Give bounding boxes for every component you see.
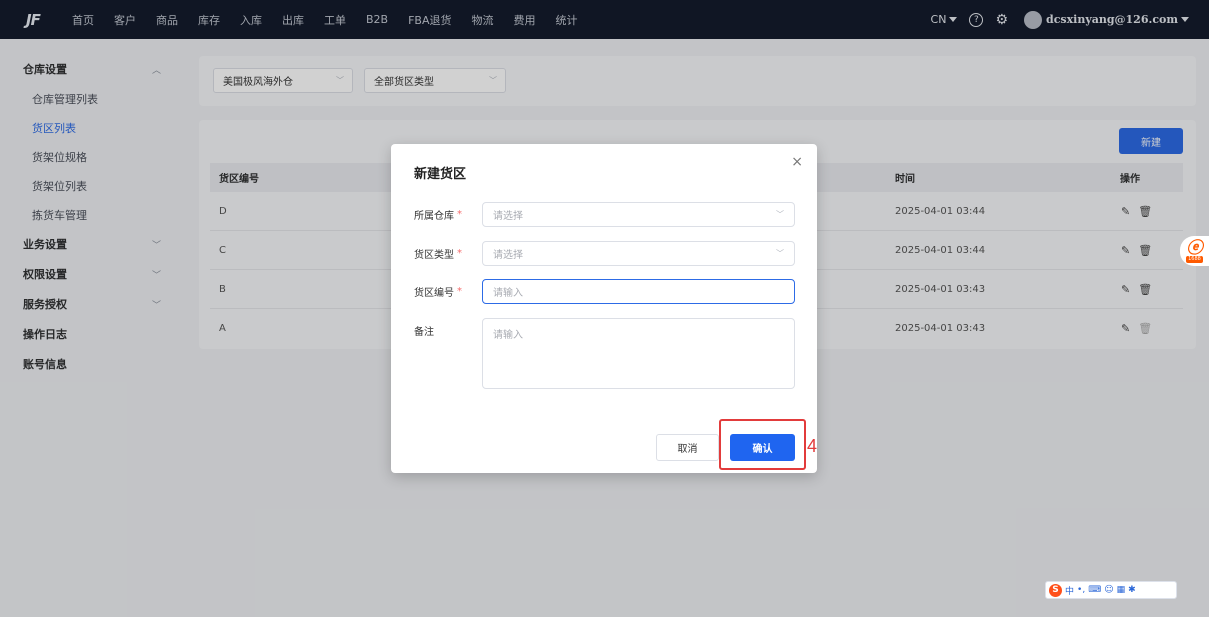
zone-type-field-label: 货区类型 * [414,241,462,266]
ime-grid-icon[interactable]: ▦ [1117,585,1126,595]
1688-logo-icon: ⓔ [1186,237,1203,257]
remark-placeholder: 请输入 [493,330,523,341]
zone-type-select-placeholder: 请选择 [493,250,523,261]
ime-toolbar[interactable]: S 中 •, ⌨ ☺ ▦ ✱ [1045,581,1177,599]
annotation-highlight-box [719,419,806,470]
chevron-down-icon: ﹀ [776,210,784,219]
zone-code-field-label: 货区编号 * [414,279,462,304]
close-icon[interactable]: × [791,154,803,170]
zone-code-placeholder: 请输入 [493,288,523,299]
1688-badge[interactable]: ⓔ 1688 [1180,236,1209,266]
ime-mode-chinese[interactable]: 中 [1065,584,1074,597]
field-label-text: 所属仓库 [414,211,454,222]
required-mark: * [457,286,462,297]
field-label-text: 货区类型 [414,250,454,261]
remark-field-label: 备注 [414,318,434,343]
warehouse-select[interactable]: 请选择 ﹀ [482,202,795,227]
required-mark: * [457,209,462,220]
field-label-text: 备注 [414,327,434,338]
warehouse-field-label: 所属仓库 * [414,202,462,227]
ime-emoji-icon[interactable]: ☺ [1104,585,1113,595]
chevron-down-icon: ﹀ [776,249,784,258]
zone-type-select[interactable]: 请选择 ﹀ [482,241,795,266]
sogou-logo-icon: S [1049,583,1062,597]
zone-code-input[interactable]: 请输入 [482,279,795,304]
1688-label: 1688 [1186,255,1203,263]
field-label-text: 货区编号 [414,288,454,299]
ime-skin-icon[interactable]: ✱ [1128,585,1136,595]
dialog-title: 新建货区 [414,167,467,182]
warehouse-select-placeholder: 请选择 [493,211,523,222]
ime-keyboard-icon[interactable]: ⌨ [1088,585,1101,595]
annotation-step-number: 4 [807,436,818,456]
required-mark: * [457,248,462,259]
cancel-button[interactable]: 取消 [656,434,719,461]
ime-punct-icon[interactable]: •, [1077,585,1085,595]
remark-textarea[interactable]: 请输入 [482,318,795,389]
